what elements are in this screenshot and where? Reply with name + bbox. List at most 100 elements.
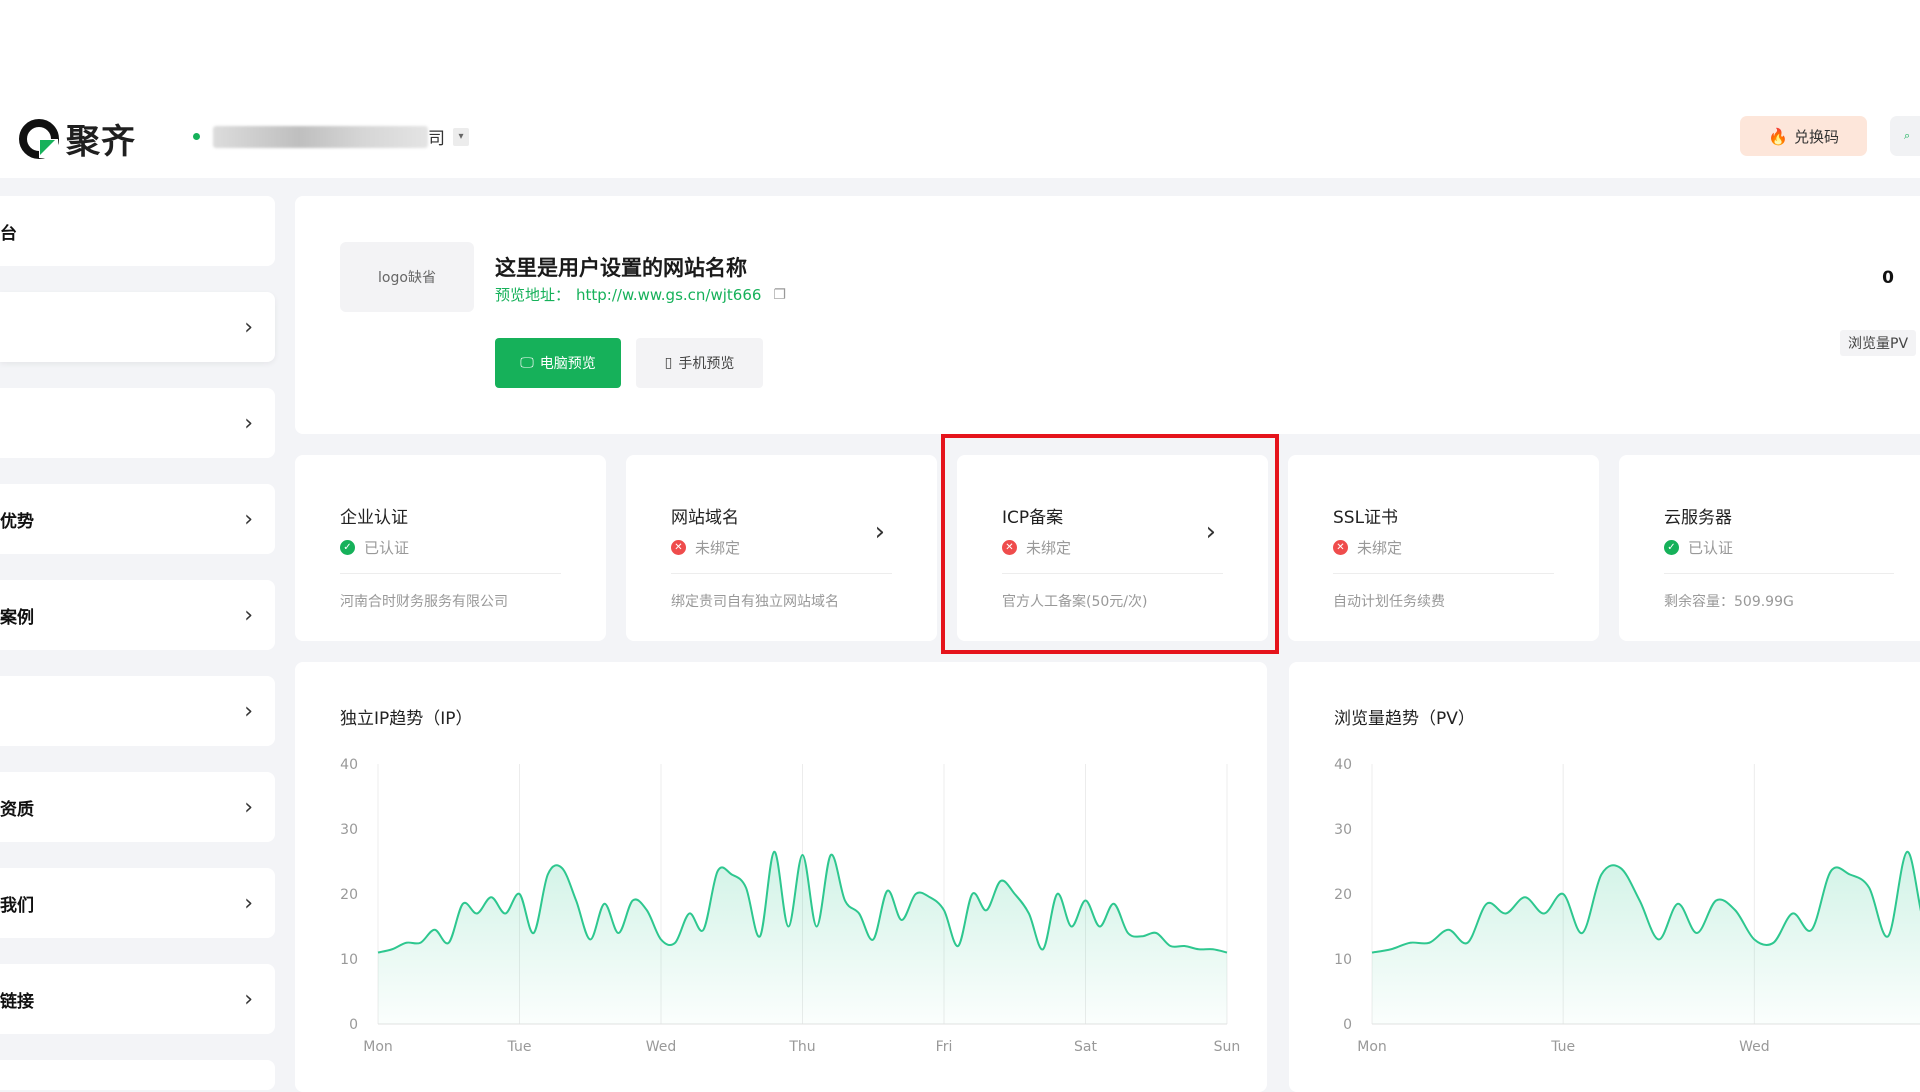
pv-count: 0 [1882,268,1894,288]
x-tick-label: Tue [1550,1039,1575,1055]
sidebar-item-label: 链接 [0,991,34,1012]
series-area [1372,851,1920,1024]
stat-description: 河南合时财务服务有限公司 [340,594,508,610]
stat-status-text: 未绑定 [1357,539,1403,557]
mobile-preview-label: 手机预览 [678,356,735,372]
pv-trend-chart: MonTueWedThuFriSatSun010203040 [1334,757,1920,1055]
x-tick-label: Sun [1214,1039,1241,1055]
mobile-preview-button[interactable]: ▯ 手机预览 [636,338,763,388]
y-tick-label: 20 [1334,887,1352,903]
sidebar-item-label: 我们 [0,895,34,916]
site-status-dot [193,133,200,140]
y-tick-label: 30 [1334,822,1352,838]
sidebar-item-5[interactable]: › [0,676,275,746]
site-logo-placeholder[interactable]: logo缺省 [340,242,474,312]
brand-mark-icon [19,118,59,159]
y-tick-label: 0 [349,1017,358,1033]
stat-title: 云服务器 [1664,508,1732,528]
x-tick-label: Sat [1074,1039,1097,1055]
stat-status-text: 已认证 [364,539,410,557]
brand-logo[interactable]: 聚齐 [18,114,136,163]
pc-preview-button[interactable]: 🖵 电脑预览 [495,338,621,388]
check-circle-icon: ✓ [340,540,355,555]
chevron-right-icon: › [244,314,253,340]
stat-description: 剩余容量：509.99G [1664,594,1794,610]
y-tick-label: 20 [340,887,358,903]
x-circle-icon: ✕ [671,540,686,555]
pv-trend-card: 浏览量趋势（PV） MonTueWedThuFriSatSun010203040 [1289,662,1920,1092]
stat-status: ✕ 未绑定 [1333,537,1402,558]
stat-description: 自动计划任务续费 [1333,594,1445,610]
chevron-right-icon: › [244,410,253,436]
divider [1333,573,1554,574]
search-icon: ⌕ [1904,129,1911,142]
sidebar-item-partial[interactable] [0,1060,275,1090]
brand-name: 聚齐 [66,122,136,162]
chevron-right-icon[interactable]: › [875,517,885,547]
sidebar-item-4[interactable]: 案例 › [0,580,275,650]
ip-trend-card: 独立IP趋势（IP） Mon Tue Wed Thu Fri Sat Sun 0 10 20 30 4… [295,662,1267,1092]
chevron-right-icon: › [244,890,253,916]
sidebar-item-label: 台 [0,223,17,244]
stat-card-ssl: SSL证书 ✕ 未绑定 自动计划任务续费 [1288,455,1599,641]
sidebar-item-7[interactable]: 我们 › [0,868,275,938]
x-tick-label: Mon [363,1039,393,1055]
chevron-right-icon: › [244,602,253,628]
pc-preview-label: 电脑预览 [539,356,596,372]
y-tick-label: 10 [340,952,358,968]
chevron-right-icon: › [244,506,253,532]
ip-trend-chart: Mon Tue Wed Thu Fri Sat Sun 0 10 20 30 40 [340,757,1241,1055]
stat-card-enterprise: 企业认证 ✓ 已认证 河南合时财务服务有限公司 [295,455,606,641]
redeem-code-label: 兑换码 [1793,127,1839,146]
sidebar-item-6[interactable]: 资质 › [0,772,275,842]
stat-status: ✓ 已认证 [1664,537,1733,558]
y-tick-label: 30 [340,822,358,838]
monitor-icon: 🖵 [520,355,534,371]
chevron-right-icon: › [244,698,253,724]
phone-icon: ▯ [664,355,673,371]
pv-label: 浏览量PV [1840,330,1917,356]
redeem-code-button[interactable]: 🔥 兑换码 [1740,116,1867,156]
preview-address: 预览地址： http://w.ww.gs.cn/wjt666 ❐ [495,284,786,305]
divider [1664,573,1894,574]
caret-down-icon[interactable]: ▾ [453,127,469,146]
x-tick-label: Fri [936,1039,953,1055]
sidebar-item-label: 优势 [0,511,34,532]
sidebar-item-0[interactable]: 台 [0,196,275,266]
sidebar-item-2[interactable]: › [0,388,275,458]
y-tick-label: 0 [1343,1017,1352,1033]
divider [671,573,892,574]
stat-status: ✕ 未绑定 [671,537,740,558]
sidebar-item-label: 资质 [0,799,34,820]
y-tick-label: 40 [1334,757,1352,773]
y-tick-label: 40 [340,757,358,773]
site-selector[interactable]: 司 ▾ [193,124,469,149]
check-circle-icon: ✓ [1664,540,1679,555]
series-area [378,851,1227,1024]
copy-icon[interactable]: ❐ [773,287,786,303]
highlight-box [941,434,1279,654]
stat-card-server: 云服务器 ✓ 已认证 剩余容量：509.99G [1619,455,1920,641]
preview-url-link[interactable]: http://w.ww.gs.cn/wjt666 [576,286,761,304]
stat-title: 企业认证 [340,508,408,528]
stat-status: ✓ 已认证 [340,537,409,558]
x-tick-label: Wed [1739,1039,1770,1055]
divider [340,573,561,574]
fire-icon: 🔥 [1768,126,1788,146]
x-tick-label: Mon [1357,1039,1387,1055]
sidebar-item-1[interactable]: › [0,292,275,362]
top-bar: 聚齐 司 ▾ 🔥 兑换码 ⌕ [0,96,1920,178]
sidebar-item-8[interactable]: 链接 › [0,964,275,1034]
sidebar-item-3[interactable]: 优势 › [0,484,275,554]
stat-status-text: 已认证 [1688,539,1734,557]
y-tick-label: 10 [1334,952,1352,968]
search-button[interactable]: ⌕ [1890,116,1920,156]
stat-description: 绑定贵司自有独立网站域名 [671,594,839,610]
site-name-redacted [213,125,428,148]
site-info-card: logo缺省 这里是用户设置的网站名称 预览地址： http://w.ww.gs… [295,196,1920,434]
stat-card-domain[interactable]: 网站域名 ✕ 未绑定 › 绑定贵司自有独立网站域名 [626,455,937,641]
site-title: 这里是用户设置的网站名称 [495,256,747,280]
preview-label: 预览地址： [495,286,571,304]
chevron-right-icon: › [244,986,253,1012]
x-tick-label: Tue [507,1039,532,1055]
